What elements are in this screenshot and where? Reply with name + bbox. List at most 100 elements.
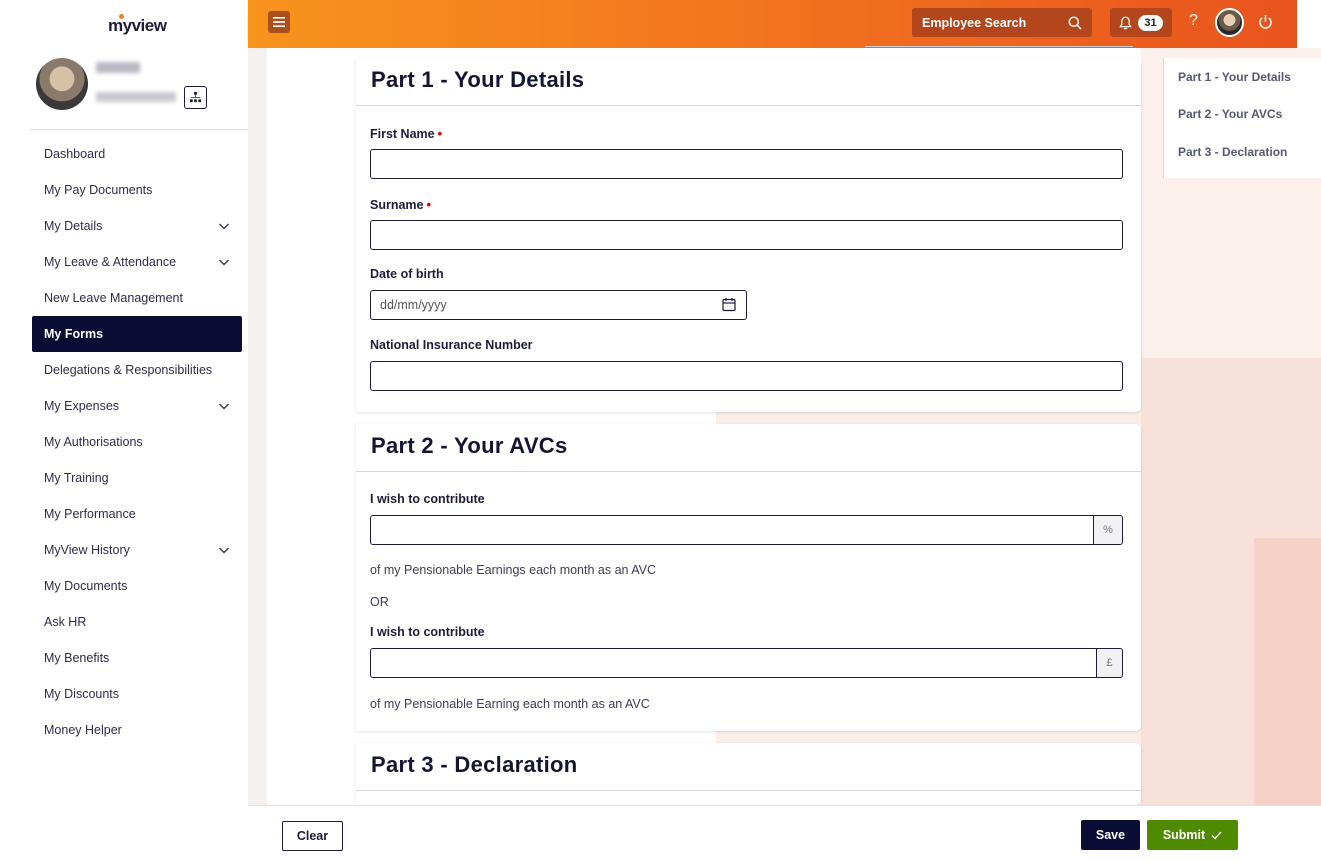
amount-note: of my Pensionable Earning each month as … [370, 697, 650, 711]
first-name-label: First Name • [370, 126, 443, 141]
chevron-down-icon[interactable] [218, 544, 230, 556]
sidebar-item-my-authorisations[interactable]: My Authorisations [32, 424, 242, 460]
sidebar-nav: Dashboard My Pay Documents My Details My Le… [32, 136, 242, 748]
check-icon [1211, 831, 1222, 839]
dob-input[interactable] [371, 291, 746, 319]
sidebar-item-label: Money Helper [44, 723, 122, 737]
contribute-amount-label: I wish to contribute [370, 625, 485, 639]
contribute-amount-input[interactable] [371, 649, 1091, 677]
sidebar-item-my-details[interactable]: My Details [32, 208, 242, 244]
part-2-card: Part 2 - Your AVCs I wish to contribute … [356, 424, 1141, 731]
sidebar-item-label: My Leave & Attendance [44, 255, 177, 269]
sidebar-item-my-performance[interactable]: My Performance [32, 496, 242, 532]
submit-button[interactable]: Submit [1147, 820, 1238, 850]
top-bar: Employee Search 31 ? [248, 0, 1321, 48]
bell-icon [1119, 16, 1133, 29]
contribute-amount-field[interactable]: £ [370, 648, 1123, 678]
sidebar-item-label: My Authorisations [44, 435, 143, 449]
profile-photo[interactable] [36, 58, 88, 110]
contribute-percent-input[interactable] [371, 516, 1091, 544]
ni-number-label: National Insurance Number [370, 338, 533, 352]
sidebar-item-label: My Details [44, 219, 103, 233]
hamburger-menu-button[interactable] [268, 11, 290, 33]
form-footer: Clear Save Submit [248, 805, 1321, 861]
sidebar-item-my-training[interactable]: My Training [32, 460, 242, 496]
percent-addon: % [1093, 516, 1122, 544]
power-icon [1259, 15, 1272, 29]
contribute-percent-field[interactable]: % [370, 515, 1123, 545]
surname-input[interactable] [371, 221, 1122, 249]
save-button[interactable]: Save [1081, 820, 1140, 850]
sidebar-item-label: MyView History [44, 543, 130, 557]
myview-logo[interactable]: myview [108, 14, 167, 36]
sidebar-item-my-documents[interactable]: My Documents [32, 568, 242, 604]
sidebar-item-label: My Discounts [44, 687, 120, 701]
or-separator: OR [370, 595, 389, 609]
sidebar-item-my-benefits[interactable]: My Benefits [32, 640, 242, 676]
employee-search[interactable]: Employee Search [912, 8, 1092, 37]
notifications-button[interactable]: 31 [1110, 8, 1172, 37]
org-chart-button[interactable] [184, 86, 207, 109]
chevron-down-icon[interactable] [218, 256, 230, 268]
sidebar-item-label: My Benefits [44, 651, 110, 665]
chevron-down-icon[interactable] [218, 400, 230, 412]
surname-label: Surname • [370, 197, 432, 212]
org-chart-icon [189, 91, 202, 103]
contribute-percent-label: I wish to contribute [370, 492, 485, 506]
sidebar-item-label: My Performance [44, 507, 136, 521]
section-link-part-1[interactable]: Part 1 - Your Details [1178, 58, 1321, 96]
sidebar-item-label: Ask HR [44, 615, 87, 629]
section-link-part-3[interactable]: Part 3 - Declaration [1178, 133, 1321, 171]
sidebar: myview Dashboard My Pay Documents My Detai… [18, 0, 248, 805]
chevron-down-icon[interactable] [218, 220, 230, 232]
sidebar-item-my-pay-documents[interactable]: My Pay Documents [32, 172, 242, 208]
sidebar-item-my-discounts[interactable]: My Discounts [32, 676, 242, 712]
sidebar-item-label: Delegations & Responsibilities [44, 363, 213, 377]
sidebar-item-label: New Leave Management [44, 291, 183, 305]
pound-addon: £ [1096, 649, 1122, 677]
dob-field[interactable] [370, 290, 747, 320]
sidebar-item-my-leave-attendance[interactable]: My Leave & Attendance [32, 244, 242, 280]
search-icon [1068, 16, 1082, 30]
part-1-title: Part 1 - Your Details [356, 58, 1141, 106]
logo-dot-icon [119, 14, 124, 19]
help-button[interactable]: ? [1189, 12, 1198, 30]
dob-label: Date of birth [370, 267, 444, 281]
sidebar-item-delegations-responsibilities[interactable]: Delegations & Responsibilities [32, 352, 242, 388]
sidebar-item-label: My Forms [44, 327, 104, 341]
notification-count-badge: 31 [1138, 14, 1163, 31]
sidebar-item-my-expenses[interactable]: My Expenses [32, 388, 242, 424]
ni-number-input[interactable] [371, 362, 1122, 390]
sidebar-item-myview-history[interactable]: MyView History [32, 532, 242, 568]
section-link-part-2[interactable]: Part 2 - Your AVCs [1178, 96, 1321, 134]
section-nav: Part 1 - Your Details Part 2 - Your AVCs… [1163, 58, 1321, 178]
sidebar-item-dashboard[interactable]: Dashboard [32, 136, 242, 172]
sidebar-divider [30, 129, 248, 130]
redacted-user-name [96, 62, 140, 73]
sidebar-item-label: My Pay Documents [44, 183, 153, 197]
calendar-icon[interactable] [722, 297, 736, 312]
clear-button[interactable]: Clear [282, 821, 343, 851]
part-1-card: Part 1 - Your Details First Name • Surnam… [356, 58, 1141, 412]
hamburger-icon [273, 17, 285, 27]
ni-number-field[interactable] [370, 361, 1123, 391]
percent-note: of my Pensionable Earnings each month as… [370, 563, 657, 577]
employee-search-label: Employee Search [922, 15, 1027, 30]
submit-label: Submit [1162, 828, 1206, 842]
sidebar-item-new-leave-management[interactable]: New Leave Management [32, 280, 242, 316]
sidebar-item-ask-hr[interactable]: Ask HR [32, 604, 242, 640]
header-edge [1297, 0, 1321, 48]
sidebar-item-my-forms[interactable]: My Forms [32, 316, 242, 352]
sidebar-item-label: Dashboard [44, 147, 106, 161]
sidebar-gutter [0, 0, 18, 861]
first-name-field[interactable] [370, 149, 1123, 179]
user-avatar[interactable] [1215, 8, 1244, 37]
surname-field[interactable] [370, 220, 1123, 250]
sidebar-item-money-helper[interactable]: Money Helper [32, 712, 242, 748]
logout-button[interactable] [1258, 14, 1273, 35]
redacted-user-role [96, 92, 176, 102]
sidebar-item-label: My Training [44, 471, 109, 485]
first-name-input[interactable] [371, 150, 1122, 178]
required-indicator: • [426, 197, 432, 212]
part-3-card: Part 3 - Declaration [356, 743, 1141, 805]
